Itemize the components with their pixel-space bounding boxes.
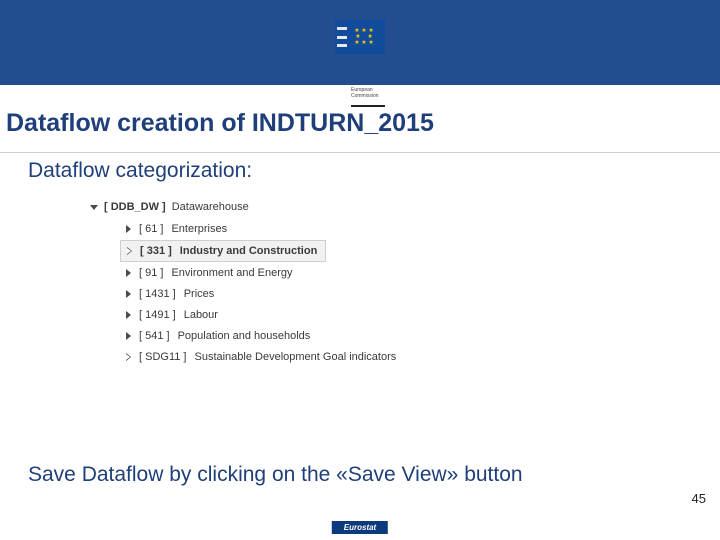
category-tree: [ DDB_DW ] Datawarehouse [ 61 ] Enterpris… <box>90 201 720 367</box>
chevron-down-icon <box>90 205 98 210</box>
tree-item[interactable]: [ 91 ] Environment and Energy <box>120 263 720 283</box>
ec-logo: ★ ★ ★★ ★★ ★ ★ <box>335 20 385 54</box>
tree-item[interactable]: [ 1431 ] Prices <box>120 284 720 304</box>
tree-item[interactable]: [ 1491 ] Labour <box>120 305 720 325</box>
tree-item-code: [ 61 ] <box>139 223 163 235</box>
tree-item-label: Prices <box>184 288 215 300</box>
page-subtitle: Dataflow categorization: <box>0 153 720 183</box>
logo-text-line2: Commission <box>351 93 379 99</box>
tree-item-code: [ 1491 ] <box>139 309 176 321</box>
tree-item-label: Industry and Construction <box>180 245 318 257</box>
chevron-right-icon <box>126 354 131 361</box>
tree-item-code: [ 91 ] <box>139 267 163 279</box>
page-title: Dataflow creation of INDTURN_2015 <box>0 107 720 153</box>
tree-item-code: [ 331 ] <box>140 245 172 257</box>
chevron-right-icon <box>127 248 132 255</box>
chevron-right-icon <box>126 269 131 277</box>
chevron-right-icon <box>126 332 131 340</box>
chevron-right-icon <box>126 290 131 298</box>
tree-item-label: Sustainable Development Goal indicators <box>194 351 396 363</box>
tree-item[interactable]: [ 541 ] Population and households <box>120 326 720 346</box>
chevron-right-icon <box>126 311 131 319</box>
header-bar: ★ ★ ★★ ★★ ★ ★ <box>0 0 720 85</box>
instruction-text: Save Dataflow by clicking on the «Save V… <box>28 461 628 488</box>
tree-item-label: Enterprises <box>171 223 227 235</box>
tree-item-code: [ 1431 ] <box>139 288 176 300</box>
chevron-right-icon <box>126 225 131 233</box>
tree-root-label: Datawarehouse <box>172 201 249 213</box>
tree-root[interactable]: [ DDB_DW ] Datawarehouse <box>90 201 720 213</box>
page-number: 45 <box>692 491 706 506</box>
tree-item-label: Environment and Energy <box>171 267 292 279</box>
eu-flag-icon: ★ ★ ★★ ★★ ★ ★ <box>335 20 385 54</box>
tree-item[interactable]: [ 61 ] Enterprises <box>120 219 720 239</box>
logo-text: European Commission <box>335 87 720 99</box>
tree-item[interactable]: [ 331 ] Industry and Construction <box>120 240 326 262</box>
tree-root-code: [ DDB_DW ] <box>104 201 166 213</box>
footer-tag: Eurostat <box>332 521 388 534</box>
tree-item-label: Labour <box>184 309 218 321</box>
tree-item-code: [ SDG11 ] <box>139 351 186 363</box>
tree-item-code: [ 541 ] <box>139 330 170 342</box>
tree-item[interactable]: [ SDG11 ] Sustainable Development Goal in… <box>120 347 720 367</box>
tree-item-label: Population and households <box>178 330 311 342</box>
